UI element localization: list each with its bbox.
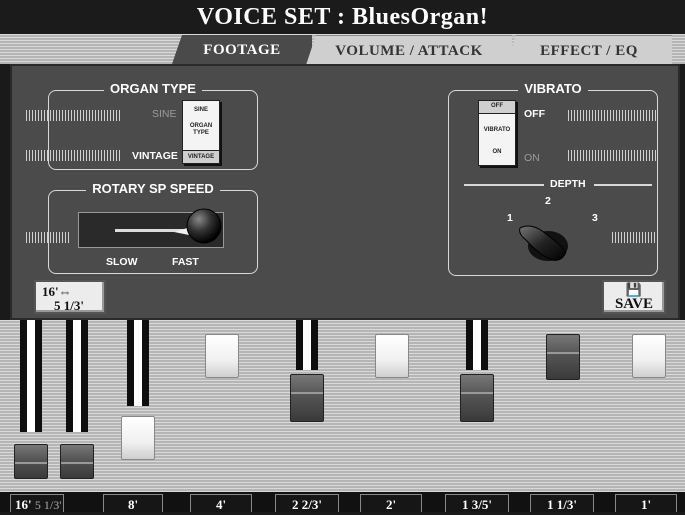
footage-toggle-line1: 16'⇔ bbox=[42, 284, 72, 299]
drawbar-1-3-5-scale: 3 2 1 bbox=[466, 320, 488, 370]
depth-1-label: 1 bbox=[507, 212, 513, 224]
organ-type-switch-knob: VINTAGE bbox=[183, 150, 219, 163]
footage-label-4: 4' bbox=[190, 494, 252, 512]
save-button[interactable]: 💾 SAVE bbox=[602, 280, 666, 314]
drawbar-8-scale: 6 5 4 3 2 1 bbox=[127, 320, 149, 406]
footage-label-1: 1' bbox=[615, 494, 677, 512]
drawbar-2-2-3-handle[interactable] bbox=[290, 374, 324, 422]
depth-3-label: 3 bbox=[592, 212, 598, 224]
organ-type-vintage-ticks bbox=[26, 150, 120, 161]
drawbar-8-number: 5 bbox=[134, 338, 142, 350]
organ-type-switch[interactable]: SINE ORGAN TYPE VINTAGE bbox=[182, 100, 220, 164]
drawbar-1-3-5-number: 1 bbox=[473, 354, 481, 366]
tab-footage[interactable]: FOOTAGE bbox=[172, 35, 312, 64]
footage-label-2: 2' bbox=[360, 494, 422, 512]
drawbar-16-scale: 8 7 6 5 4 3 2 1 bbox=[20, 320, 42, 432]
drawbar-2-2-3-scale: 3 2 1 bbox=[296, 320, 318, 370]
drawbar-1-1-3-handle[interactable] bbox=[546, 334, 580, 380]
drawbar-16-number: 7 bbox=[27, 338, 35, 350]
rotary-fast-label: FAST bbox=[172, 256, 199, 268]
organ-type-switch-label-2: TYPE bbox=[193, 130, 209, 136]
drawbar-16-number: 2 bbox=[27, 403, 35, 415]
tab-bar: FOOTAGE VOLUME / ATTACK EFFECT / EQ bbox=[0, 34, 685, 65]
depth-knob[interactable] bbox=[516, 216, 576, 266]
depth-2-label: 2 bbox=[545, 195, 551, 207]
footage-toggle-line2: 5 1/3' bbox=[54, 298, 84, 313]
tab-effect-eq[interactable]: EFFECT / EQ bbox=[506, 35, 672, 65]
footage-label-8: 8' bbox=[103, 494, 163, 512]
footage-label-5-1-3: 5 1/3' bbox=[34, 498, 62, 512]
drawbar-2-handle[interactable] bbox=[375, 334, 409, 378]
drawbar-2-2-3-number: 3 bbox=[303, 326, 311, 338]
drawbar-area: 8 7 6 5 4 3 2 1 8 7 6 5 4 3 2 1 6 5 4 3 … bbox=[0, 320, 685, 492]
tab-volume-attack[interactable]: VOLUME / ATTACK bbox=[306, 35, 512, 65]
drawbar-8-handle[interactable] bbox=[121, 416, 155, 460]
rotary-ticks bbox=[26, 232, 70, 243]
drawbar-1-3-5-number: 2 bbox=[473, 340, 481, 352]
drawbar-8-number: 6 bbox=[134, 325, 142, 337]
organ-type-switch-sine: SINE bbox=[193, 107, 208, 113]
drawbar-5-1-3-number: 4 bbox=[73, 377, 81, 389]
footage-label-16-5-1-3: 16' 5 1/3' bbox=[10, 494, 64, 512]
vibrato-on-label: ON bbox=[524, 152, 540, 164]
drawbar-1-3-5-number: 3 bbox=[473, 326, 481, 338]
organ-type-vintage-label: VINTAGE bbox=[132, 150, 178, 162]
window-title: VOICE SET : BluesOrgan! bbox=[0, 0, 685, 34]
organ-type-sine-label: SINE bbox=[152, 108, 177, 120]
drawbar-5-1-3-number: 2 bbox=[73, 403, 81, 415]
depth-title: DEPTH bbox=[550, 178, 586, 190]
footage-panel: ORGAN TYPE SINE VINTAGE SINE ORGAN TYPE … bbox=[10, 64, 680, 320]
drawbar-16-handle[interactable] bbox=[14, 444, 48, 479]
rotary-slow-label: SLOW bbox=[106, 256, 138, 268]
drawbar-8-number: 2 bbox=[134, 377, 142, 389]
depth-divider-right bbox=[594, 184, 652, 186]
vibrato-switch-label: VIBRATO bbox=[483, 127, 511, 133]
footage-label-1-1-3: 1 1/3' bbox=[530, 494, 594, 512]
drawbar-2-2-3-number: 1 bbox=[303, 354, 311, 366]
footage-label-2-2-3: 2 2/3' bbox=[275, 494, 339, 512]
drawbar-5-1-3-handle[interactable] bbox=[60, 444, 94, 479]
footage-label-16: 16' bbox=[15, 497, 32, 512]
drawbar-16-number: 8 bbox=[27, 325, 35, 337]
organ-type-sine-ticks bbox=[26, 110, 120, 121]
drawbar-5-1-3-scale: 8 7 6 5 4 3 2 1 bbox=[66, 320, 88, 432]
organ-type-switch-label-1: ORGAN bbox=[189, 123, 213, 129]
drawbar-16-number: 6 bbox=[27, 351, 35, 363]
drawbar-16-number: 3 bbox=[27, 390, 35, 402]
organ-type-title: ORGAN TYPE bbox=[104, 81, 202, 96]
drawbar-4-handle[interactable] bbox=[205, 334, 239, 378]
footage-16-5-1-3-toggle-button[interactable]: 16'⇔ 5 1/3' bbox=[34, 280, 106, 314]
drawbar-8-number: 3 bbox=[134, 364, 142, 376]
drawbar-5-1-3-number: 3 bbox=[73, 390, 81, 402]
vibrato-switch-knob: OFF bbox=[479, 101, 515, 114]
vibrato-on-ticks bbox=[568, 150, 656, 161]
footage-labels-bar: 16' 5 1/3' 8' 4' 2 2/3' 2' 1 3/5' 1 1/3'… bbox=[0, 492, 685, 512]
vibrato-switch[interactable]: OFF VIBRATO ON bbox=[478, 100, 516, 166]
drawbar-16-number: 4 bbox=[27, 377, 35, 389]
vibrato-title: VIBRATO bbox=[518, 81, 588, 96]
drawbar-5-1-3-number: 7 bbox=[73, 338, 81, 350]
drawbar-5-1-3-number: 5 bbox=[73, 364, 81, 376]
drawbar-5-1-3-number: 8 bbox=[73, 325, 81, 337]
drawbar-5-1-3-number: 1 bbox=[73, 416, 81, 428]
depth-divider-left bbox=[464, 184, 544, 186]
rotary-slider-knob[interactable] bbox=[172, 204, 228, 248]
vibrato-switch-on: ON bbox=[492, 149, 502, 155]
drawbar-1-handle[interactable] bbox=[632, 334, 666, 378]
depth-ticks bbox=[612, 232, 656, 243]
save-label: SAVE bbox=[614, 296, 654, 312]
vibrato-switch-off: OFF bbox=[491, 103, 503, 109]
organ-type-switch-vintage: VINTAGE bbox=[187, 154, 215, 160]
drawbar-8-number: 1 bbox=[134, 390, 142, 402]
rotary-speed-title: ROTARY SP SPEED bbox=[86, 181, 220, 196]
drawbar-16-number: 1 bbox=[27, 416, 35, 428]
drawbar-8-number: 4 bbox=[134, 351, 142, 363]
drawbar-2-2-3-number: 2 bbox=[303, 340, 311, 352]
footage-label-1-3-5: 1 3/5' bbox=[445, 494, 509, 512]
drawbar-5-1-3-number: 6 bbox=[73, 351, 81, 363]
drawbar-1-3-5-handle[interactable] bbox=[460, 374, 494, 422]
vibrato-off-ticks bbox=[568, 110, 656, 121]
drawbar-16-number: 5 bbox=[27, 364, 35, 376]
vibrato-off-label: OFF bbox=[524, 108, 545, 120]
